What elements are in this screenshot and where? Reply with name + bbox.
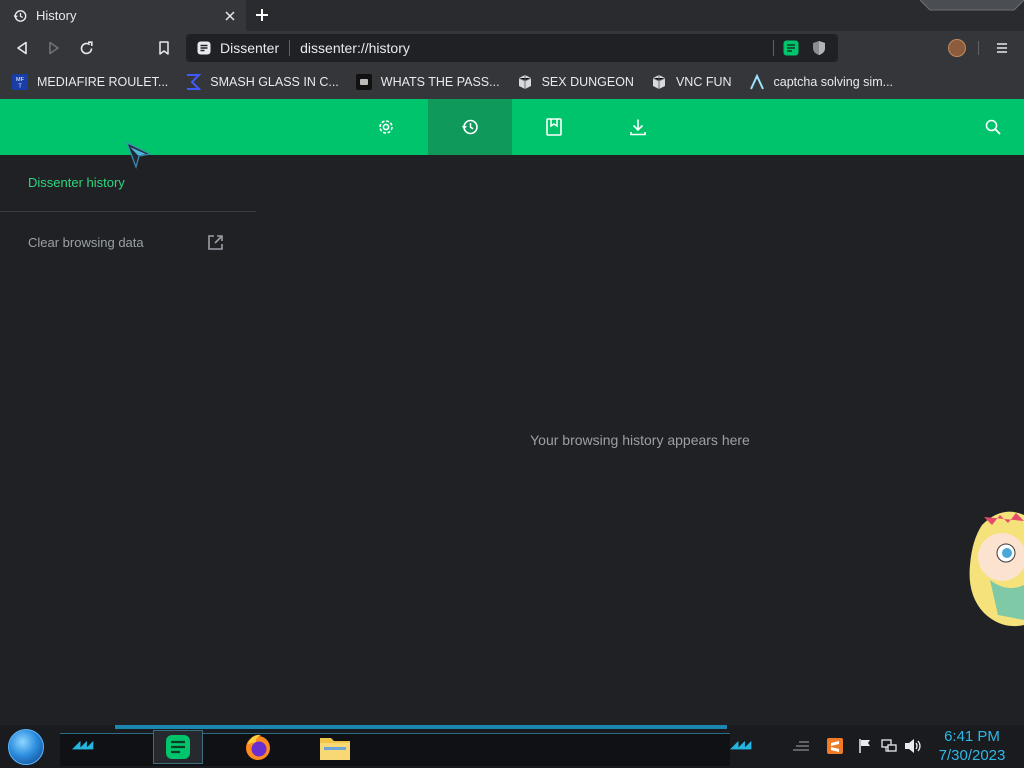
sublime-tray-icon[interactable] (826, 737, 844, 755)
dissenter-site-icon (197, 41, 211, 55)
sigma-icon (185, 74, 202, 90)
url-text[interactable]: dissenter://history (300, 40, 773, 56)
bookmarks-bar: MF T MEDIAFIRE ROULET... SMASH GLASS IN C… (0, 65, 1024, 99)
toolbar-divider (978, 41, 979, 55)
firefox-icon[interactable] (241, 730, 275, 764)
back-button[interactable] (11, 37, 33, 59)
site-icon (517, 74, 533, 90)
downloads-tab[interactable] (596, 99, 680, 155)
bookmarks-icon (546, 118, 562, 136)
tab-strip: History (0, 0, 1024, 31)
empty-history-message: Your browsing history appears here (530, 432, 750, 448)
forward-button[interactable] (43, 37, 65, 59)
search-icon (985, 119, 1001, 135)
svg-text:MF: MF (16, 77, 25, 83)
dissenter-extension-icon[interactable] (782, 39, 800, 57)
site-name: Dissenter (220, 40, 280, 56)
window-frame-decoration (920, 0, 1024, 11)
bookmark-label: WHATS THE PASS... (380, 75, 500, 89)
close-icon[interactable] (222, 8, 238, 24)
address-separator (289, 40, 291, 56)
bookmark-label: MEDIAFIRE ROULET... (37, 75, 169, 89)
bookmark-page-button[interactable] (153, 37, 175, 59)
site-icon (355, 74, 372, 90)
sidebar-item-history[interactable]: Dissenter history (28, 175, 125, 190)
downloads-icon (630, 119, 646, 136)
reload-icon (80, 40, 93, 54)
clear-browsing-data-link[interactable]: Clear browsing data (28, 232, 224, 252)
taskbar: ◢◢◢ ◢◢◢ 6:41 PM 7/30/2023 (0, 725, 1024, 768)
site-icon (651, 74, 667, 90)
address-bar[interactable]: Dissenter dissenter://history (186, 34, 838, 62)
new-tab-button[interactable] (252, 5, 272, 25)
bookmark-label: SMASH GLASS IN C... (210, 75, 339, 89)
taskbar-chevron-decoration: ◢◢◢ (730, 739, 751, 751)
volume-icon[interactable] (904, 737, 922, 755)
show-hidden-icons[interactable] (792, 737, 810, 755)
bookmark-item[interactable]: captcha solving sim... (749, 74, 894, 90)
character-sticker (969, 511, 1024, 627)
extension-separator (773, 40, 774, 56)
network-icon[interactable] (880, 737, 898, 755)
history-icon (461, 119, 478, 135)
bookmark-icon (159, 41, 169, 55)
settings-tab[interactable] (344, 99, 428, 155)
clock-time: 6:41 PM (944, 728, 1000, 745)
reload-button[interactable] (75, 37, 97, 59)
taskbar-chevron-decoration: ◢◢◢ (72, 739, 93, 751)
shield-icon[interactable] (810, 39, 828, 57)
history-tab[interactable] (428, 99, 512, 155)
tab-title: History (36, 8, 77, 23)
lambda-icon (749, 74, 765, 90)
back-icon (17, 41, 27, 55)
browser-toolbar: Dissenter dissenter://history (0, 31, 1024, 65)
external-link-icon (208, 234, 223, 250)
history-icon (13, 9, 27, 23)
forward-icon (49, 41, 59, 55)
menu-icon[interactable] (994, 39, 1010, 57)
bookmark-item[interactable]: VNC FUN (651, 74, 732, 90)
bookmark-item[interactable]: SEX DUNGEON (517, 74, 634, 90)
file-explorer-icon[interactable] (318, 730, 352, 764)
taskbar-glow (115, 725, 727, 729)
sidebar-divider (0, 211, 256, 212)
bookmark-item[interactable]: WHATS THE PASS... (355, 74, 500, 90)
taskbar-clock[interactable]: 6:41 PM 7/30/2023 (932, 727, 1012, 765)
avatar[interactable] (948, 39, 966, 57)
history-sidebar: Dissenter history Clear browsing data (0, 155, 256, 725)
search-button[interactable] (978, 113, 1008, 141)
clear-browsing-data-label: Clear browsing data (28, 234, 144, 250)
bookmarks-tab[interactable] (512, 99, 596, 155)
bookmark-label: captcha solving sim... (773, 75, 894, 89)
bookmark-label: SEX DUNGEON (541, 75, 634, 89)
flag-icon[interactable] (856, 737, 874, 755)
cursor-icon (125, 141, 152, 169)
start-button[interactable] (8, 729, 44, 765)
bookmark-label: VNC FUN (675, 75, 732, 89)
bookmark-item[interactable]: MF T MEDIAFIRE ROULET... (12, 74, 168, 90)
settings-icon (379, 120, 393, 134)
bookmark-item[interactable]: SMASH GLASS IN C... (185, 74, 339, 90)
clock-date: 7/30/2023 (938, 747, 1006, 764)
mediafire-icon: MF T (12, 74, 28, 90)
tab-history[interactable]: History (0, 0, 246, 31)
dissenter-app-icon[interactable] (153, 730, 203, 764)
